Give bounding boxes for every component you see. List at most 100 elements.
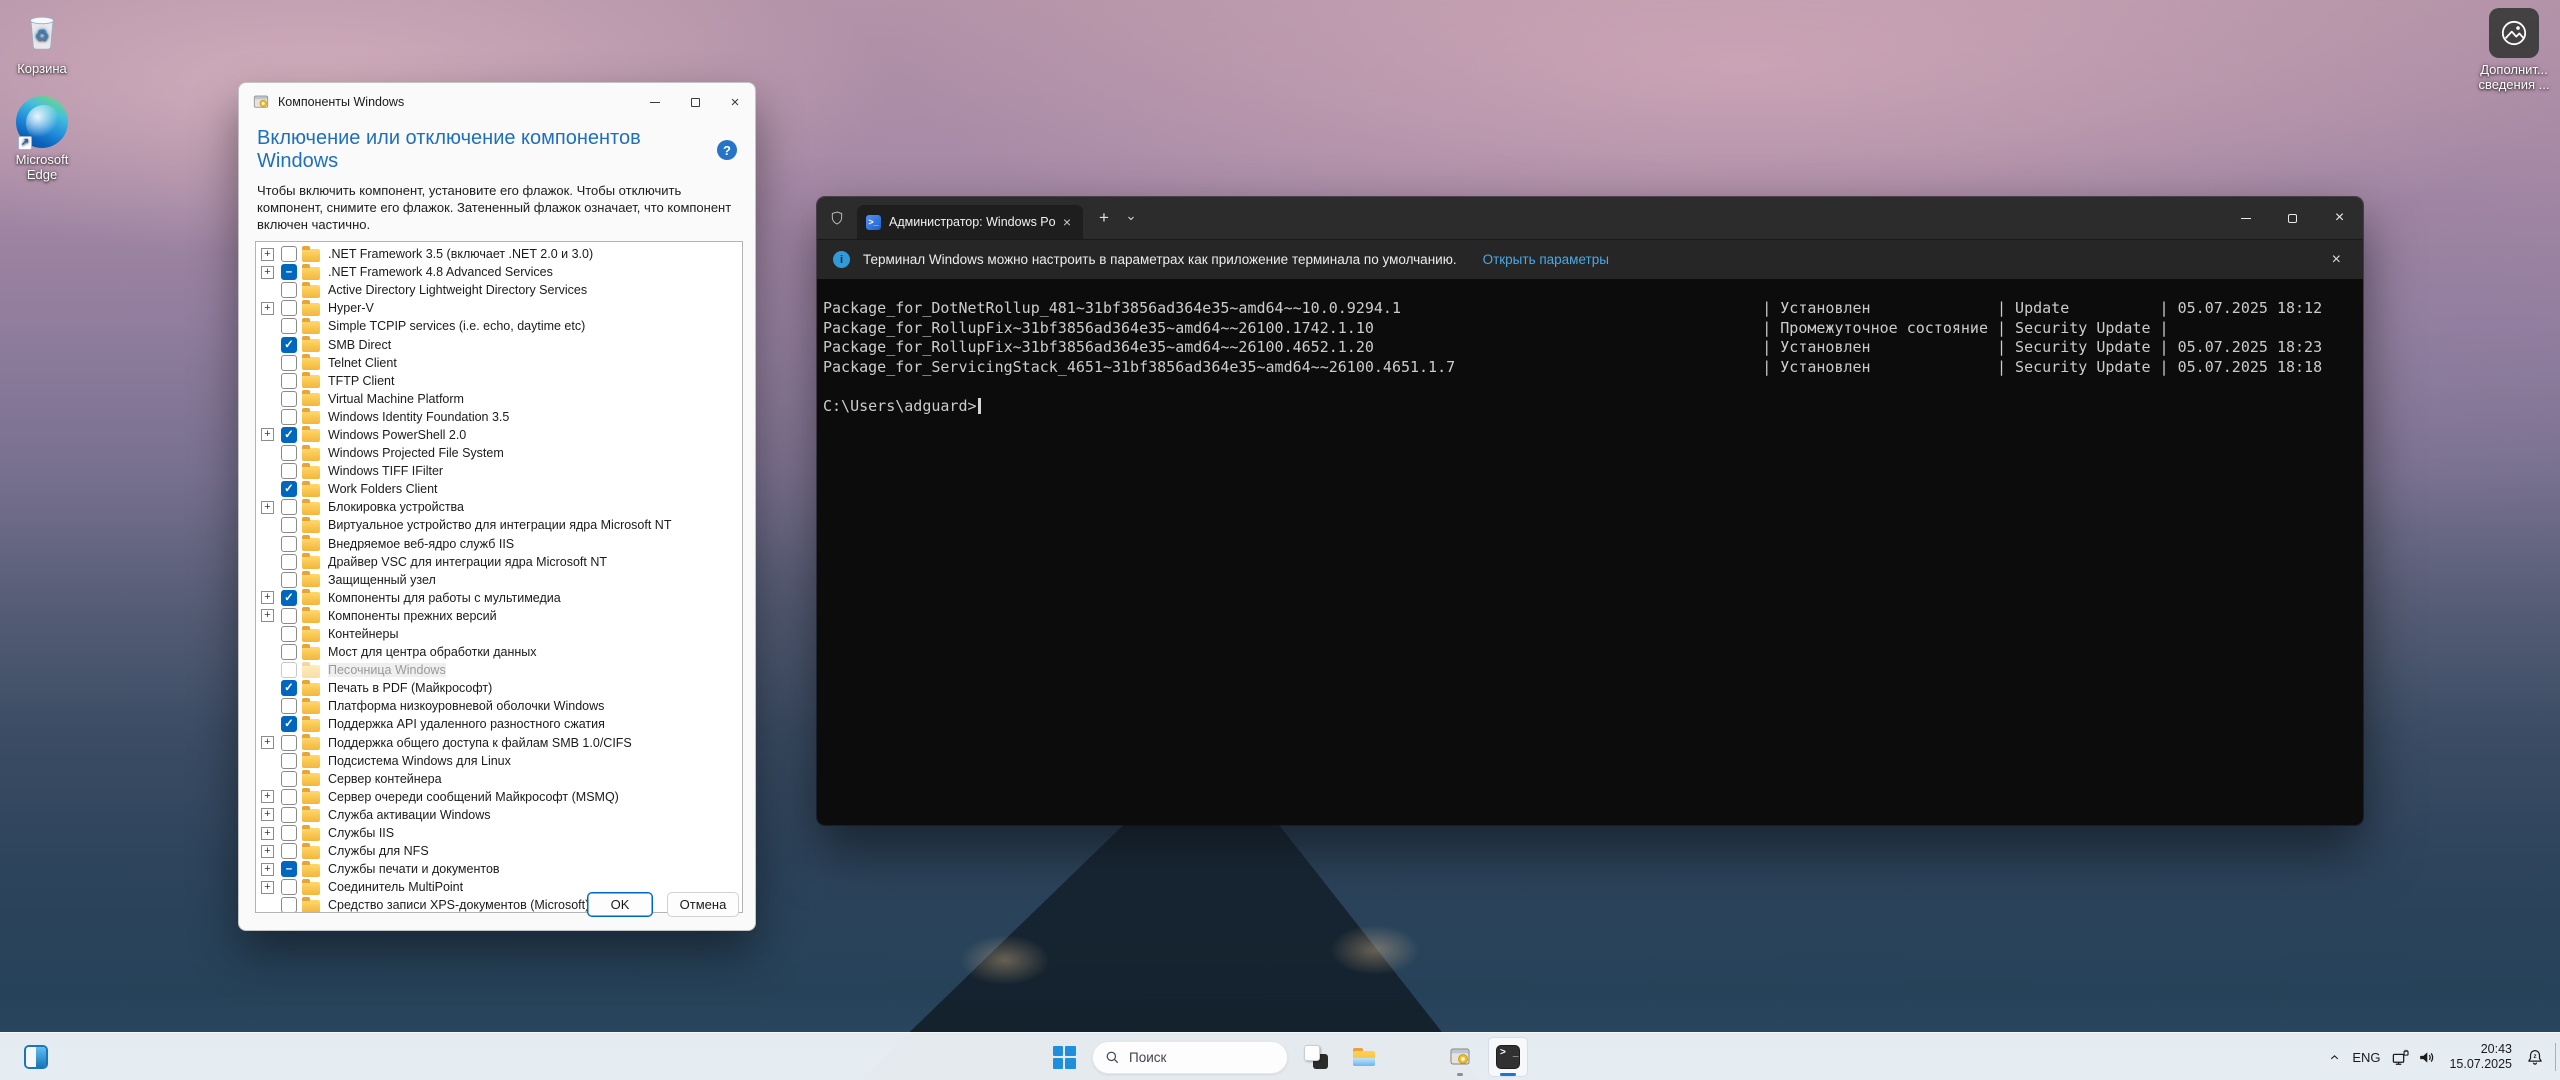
feature-row[interactable]: +Сервер контейнера (256, 770, 742, 788)
cancel-button[interactable]: Отмена (667, 892, 739, 917)
taskbar-search[interactable]: Поиск (1092, 1041, 1288, 1074)
expand-toggle-icon[interactable]: + (261, 302, 274, 315)
feature-checkbox[interactable] (281, 753, 297, 769)
feature-row[interactable]: +✓Компоненты для работы с мультимедиа (256, 589, 742, 607)
ok-button[interactable]: OK (587, 892, 653, 917)
feature-row[interactable]: +✓Печать в PDF (Майкрософт) (256, 679, 742, 697)
feature-row[interactable]: +Контейнеры (256, 625, 742, 643)
feature-row[interactable]: +✓Поддержка API удаленного разностного с… (256, 715, 742, 733)
minimize-button[interactable] (635, 83, 675, 121)
feature-checkbox[interactable] (281, 282, 297, 298)
desktop-icon-recycle-bin[interactable]: ♻ Корзина (0, 8, 84, 76)
widgets-button[interactable] (14, 1033, 58, 1080)
feature-checkbox[interactable]: – (281, 264, 297, 280)
feature-checkbox[interactable] (281, 698, 297, 714)
feature-row[interactable]: +Компоненты прежних версий (256, 607, 742, 625)
feature-row[interactable]: +Simple TCPIP services (i.e. echo, dayti… (256, 317, 742, 335)
feature-row[interactable]: +Защищенный узел (256, 571, 742, 589)
feature-row[interactable]: +Virtual Machine Platform (256, 390, 742, 408)
feature-checkbox[interactable] (281, 373, 297, 389)
tab-close-icon[interactable]: × (1059, 214, 1075, 230)
feature-row[interactable]: +TFTP Client (256, 372, 742, 390)
expand-toggle-icon[interactable]: + (261, 863, 274, 876)
feature-checkbox[interactable]: ✓ (281, 481, 297, 497)
clock[interactable]: 20:43 15.07.2025 (2443, 1042, 2518, 1072)
feature-checkbox[interactable] (281, 626, 297, 642)
feature-row[interactable]: +Hyper-V (256, 299, 742, 317)
feature-checkbox[interactable] (281, 789, 297, 805)
terminal-close-button[interactable]: × (2316, 197, 2363, 239)
feature-row[interactable]: +–.NET Framework 4.8 Advanced Services (256, 263, 742, 281)
features-list[interactable]: +.NET Framework 3.5 (включает .NET 2.0 и… (255, 241, 743, 913)
feature-checkbox[interactable] (281, 662, 297, 678)
feature-row[interactable]: +Telnet Client (256, 354, 742, 372)
feature-checkbox[interactable] (281, 735, 297, 751)
feature-row[interactable]: +Поддержка общего доступа к файлам SMB 1… (256, 734, 742, 752)
feature-row[interactable]: +Windows Projected File System (256, 444, 742, 462)
start-button[interactable] (1044, 1037, 1084, 1077)
desktop-icon-edge[interactable]: ↗ Microsoft Edge (0, 96, 84, 182)
file-explorer-button[interactable] (1344, 1037, 1384, 1077)
feature-row[interactable]: +Внедряемое веб-ядро служб IIS (256, 535, 742, 553)
tray-overflow-button[interactable] (2320, 1037, 2348, 1077)
expand-toggle-icon[interactable]: + (261, 827, 274, 840)
feature-row[interactable]: +Windows TIFF IFilter (256, 462, 742, 480)
feature-checkbox[interactable] (281, 355, 297, 371)
feature-checkbox[interactable]: ✓ (281, 427, 297, 443)
feature-row[interactable]: +Мост для центра обработки данных (256, 643, 742, 661)
feature-checkbox[interactable] (281, 409, 297, 425)
expand-toggle-icon[interactable]: + (261, 266, 274, 279)
feature-checkbox[interactable] (281, 536, 297, 552)
language-indicator[interactable]: ENG (2348, 1050, 2384, 1065)
feature-row[interactable]: +.NET Framework 3.5 (включает .NET 2.0 и… (256, 245, 742, 263)
feature-row[interactable]: +Подсистема Windows для Linux (256, 752, 742, 770)
feature-checkbox[interactable] (281, 463, 297, 479)
feature-checkbox[interactable] (281, 554, 297, 570)
terminal-output[interactable]: Package_for_DotNetRollup_481~31bf3856ad3… (817, 279, 2363, 825)
feature-checkbox[interactable] (281, 807, 297, 823)
new-tab-button[interactable]: + (1099, 208, 1109, 228)
system-tray[interactable] (2384, 1037, 2443, 1077)
feature-row[interactable]: +Службы для NFS (256, 842, 742, 860)
feature-checkbox[interactable] (281, 499, 297, 515)
feature-row[interactable]: +Виртуальное устройство для интеграции я… (256, 516, 742, 534)
notification-center-button[interactable]: z (2518, 1037, 2552, 1077)
feature-row[interactable]: +Windows Identity Foundation 3.5 (256, 408, 742, 426)
terminal-minimize-button[interactable] (2222, 197, 2269, 239)
feature-row[interactable]: +Службы IIS (256, 824, 742, 842)
expand-toggle-icon[interactable]: + (261, 591, 274, 604)
feature-checkbox[interactable] (281, 391, 297, 407)
feature-checkbox[interactable] (281, 572, 297, 588)
terminal-tab[interactable]: >_ Администратор: Windows Po × (857, 205, 1083, 239)
dialog-titlebar[interactable]: Компоненты Windows × (239, 83, 755, 121)
feature-row[interactable]: +Платформа низкоуровневой оболочки Windo… (256, 697, 742, 715)
expand-toggle-icon[interactable]: + (261, 248, 274, 261)
expand-toggle-icon[interactable]: + (261, 790, 274, 803)
windows-features-button[interactable] (1440, 1037, 1480, 1077)
tab-dropdown-button[interactable] (1125, 212, 1137, 224)
feature-checkbox[interactable] (281, 445, 297, 461)
feature-row[interactable]: +Active Directory Lightweight Directory … (256, 281, 742, 299)
feature-checkbox[interactable] (281, 825, 297, 841)
feature-checkbox[interactable] (281, 300, 297, 316)
show-desktop-button[interactable] (2555, 1043, 2560, 1071)
feature-checkbox[interactable] (281, 246, 297, 262)
maximize-button[interactable] (675, 83, 715, 121)
feature-checkbox[interactable] (281, 608, 297, 624)
help-button[interactable]: ? (717, 140, 737, 160)
feature-checkbox[interactable] (281, 843, 297, 859)
feature-checkbox[interactable]: ✓ (281, 716, 297, 732)
feature-checkbox[interactable] (281, 771, 297, 787)
feature-row[interactable]: +Песочница Windows (256, 661, 742, 679)
feature-checkbox[interactable]: ✓ (281, 680, 297, 696)
feature-checkbox[interactable] (281, 318, 297, 334)
feature-checkbox[interactable]: ✓ (281, 590, 297, 606)
feature-checkbox[interactable]: ✓ (281, 337, 297, 353)
expand-toggle-icon[interactable]: + (261, 501, 274, 514)
terminal-titlebar[interactable]: >_ Администратор: Windows Po × + × (817, 197, 2363, 239)
expand-toggle-icon[interactable]: + (261, 428, 274, 441)
expand-toggle-icon[interactable]: + (261, 881, 274, 894)
close-button[interactable]: × (715, 83, 755, 121)
feature-checkbox[interactable]: – (281, 861, 297, 877)
edge-button[interactable] (1392, 1037, 1432, 1077)
